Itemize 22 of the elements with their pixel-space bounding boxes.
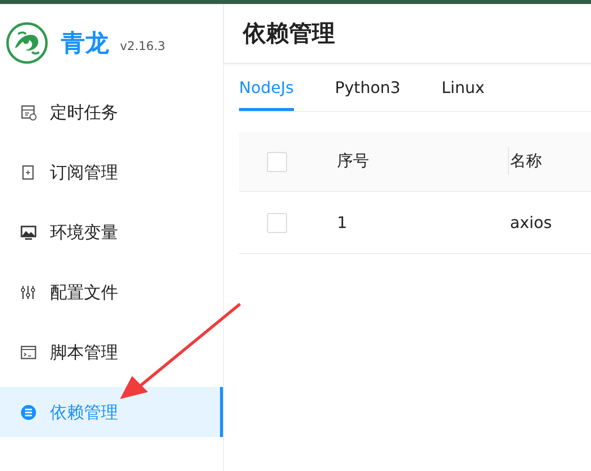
sidebar-item[interactable]: 脚本管理 (0, 327, 223, 377)
tab[interactable]: Linux (441, 64, 485, 111)
tab[interactable]: Python3 (334, 64, 400, 111)
page-title: 依赖管理 (243, 20, 335, 49)
checkbox[interactable] (267, 212, 287, 232)
table-cell: 1 (337, 213, 348, 232)
calendar-clock-icon (20, 104, 37, 120)
dragon-logo-icon (6, 22, 48, 64)
column-header: 名称 (510, 151, 542, 170)
sidebar-item[interactable]: 环境变量 (0, 207, 223, 257)
checkbox[interactable] (267, 152, 287, 172)
sliders-icon (20, 284, 37, 300)
sidebar-item[interactable]: 配置文件 (0, 267, 223, 317)
app-name: 青龙 (61, 28, 109, 59)
table-cell: axios (510, 213, 552, 232)
sidebar-item[interactable]: 定时任务 (0, 87, 223, 137)
monitor-icon (20, 224, 37, 240)
sidebar-item[interactable]: 订阅管理 (0, 147, 223, 197)
terminal-window-icon (20, 344, 37, 360)
list-circle-icon (20, 404, 37, 420)
version-label: v2.16.3 (120, 39, 166, 53)
column-header: 序号 (337, 151, 369, 170)
